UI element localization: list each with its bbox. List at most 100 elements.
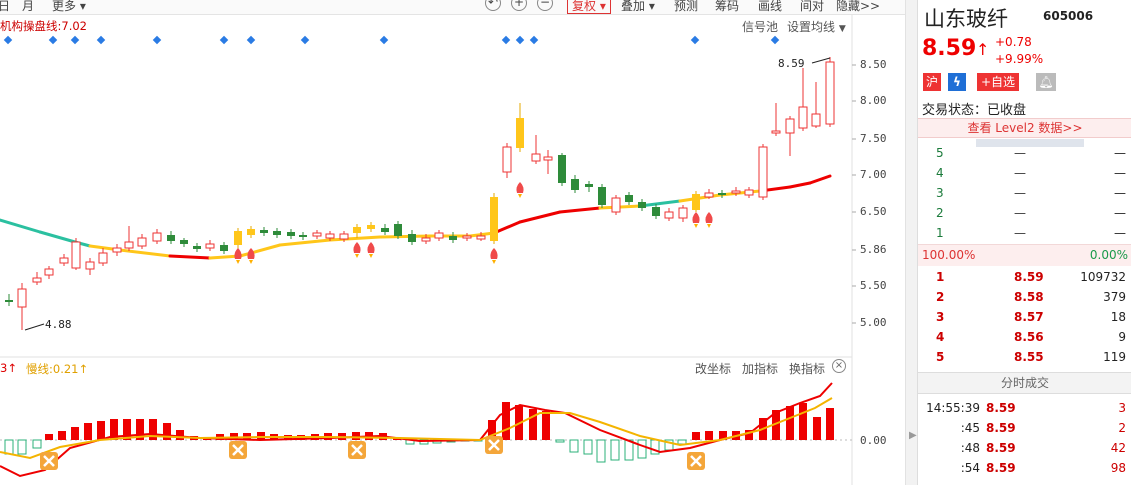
candle <box>798 106 808 129</box>
tick-volume: 3 <box>1118 401 1126 415</box>
level-volume: — <box>1114 186 1126 200</box>
candle <box>260 230 268 233</box>
tick-row: :48 8.59 42 <box>918 438 1131 458</box>
tick-time: 14:55:39 <box>926 401 980 415</box>
macd-bar <box>176 430 184 440</box>
candle <box>234 231 242 245</box>
candle <box>704 192 714 198</box>
candle <box>71 241 81 269</box>
candle <box>137 237 147 247</box>
change-axis-button[interactable]: 改坐标 <box>695 360 731 377</box>
buy-level-row: 2 8.58 379 <box>918 287 1131 307</box>
y-tick: 5.86 <box>860 243 887 256</box>
macd-bar <box>569 439 579 453</box>
macd-bar <box>542 411 550 440</box>
candle <box>112 247 122 253</box>
level2-link[interactable]: 查看 Level2 数据>> <box>918 118 1131 138</box>
macd-bar <box>32 439 42 449</box>
candle <box>678 207 688 219</box>
sell-level-row: 1 — — <box>918 223 1131 243</box>
level-price: — <box>1014 186 1026 200</box>
tick-volume: 42 <box>1110 441 1126 455</box>
ma-settings-button[interactable]: 设置均线 ▼ <box>787 18 846 35</box>
rocket-icon <box>692 212 700 228</box>
candle <box>5 300 13 302</box>
macd-bar <box>583 439 593 455</box>
macd-bar <box>826 408 834 440</box>
candle <box>571 179 579 190</box>
candle <box>718 193 726 195</box>
tick-volume: 2 <box>1118 421 1126 435</box>
bell-icon[interactable]: 🔔︎ <box>1036 73 1056 91</box>
candle <box>543 156 553 161</box>
level-index: 2 <box>936 206 944 220</box>
macd-bar <box>71 427 79 440</box>
kline-chart[interactable] <box>0 0 905 485</box>
candle <box>434 232 444 239</box>
lightning-icon[interactable]: ϟ <box>948 73 966 91</box>
macd-bar <box>4 439 14 455</box>
candle <box>167 235 175 241</box>
y-tick: 5.50 <box>860 279 887 292</box>
candle <box>193 246 201 249</box>
level-volume: 109732 <box>1080 270 1126 284</box>
tick-time: :54 <box>960 461 980 475</box>
level-price: 8.55 <box>1014 350 1044 364</box>
ratio-buy: 100.00% <box>922 248 976 262</box>
tick-price: 8.59 <box>986 401 1016 415</box>
tick-price: 8.59 <box>986 461 1016 475</box>
trade-status-label: 交易状态： <box>922 103 988 118</box>
candle <box>312 232 322 237</box>
candle <box>381 228 389 232</box>
candle <box>152 232 162 242</box>
candle <box>516 118 524 148</box>
rocket-icon <box>353 242 361 258</box>
candle <box>502 146 512 173</box>
level-volume: — <box>1114 166 1126 180</box>
y-tick: 5.00 <box>860 316 887 329</box>
add-watchlist-button[interactable]: +自选 <box>977 73 1020 91</box>
rocket-icon <box>516 182 524 198</box>
level-index: 4 <box>936 166 944 180</box>
ratio-row: 100.00% 0.00% <box>918 244 1131 266</box>
tick-row: :54 8.59 98 <box>918 458 1131 478</box>
candle <box>771 130 781 134</box>
swap-indicator-button[interactable]: 换指标 <box>789 360 825 377</box>
cross-signal-icon <box>485 436 503 454</box>
level-index: 5 <box>936 146 944 160</box>
candle <box>692 194 700 210</box>
level-index: 2 <box>936 290 945 304</box>
panel-splitter[interactable]: ▶ <box>905 0 917 485</box>
buy-level-row: 4 8.56 9 <box>918 327 1131 347</box>
y-tick: 7.00 <box>860 168 887 181</box>
signal-pool-button[interactable]: 信号池 <box>742 18 778 35</box>
tick-price: 8.59 <box>986 441 1016 455</box>
tick-price: 8.59 <box>986 421 1016 435</box>
close-icon[interactable]: × <box>832 359 846 373</box>
candle <box>59 257 69 264</box>
macd-bar <box>692 432 700 440</box>
add-indicator-button[interactable]: 加指标 <box>742 360 778 377</box>
stock-name: 山东玻纤 <box>924 7 1008 31</box>
candle <box>98 252 108 264</box>
candle <box>490 197 498 241</box>
candle <box>32 277 42 283</box>
candle <box>205 243 215 249</box>
candle <box>476 235 486 240</box>
signal-diamond <box>515 35 525 45</box>
low-annotation: 4.88 <box>45 318 72 331</box>
level-price: 8.58 <box>1014 290 1044 304</box>
macd-bar <box>610 439 620 461</box>
sell-level-row: 5 — — <box>918 143 1131 163</box>
signal-diamond <box>300 35 310 45</box>
macd-bar <box>84 423 92 440</box>
level-index: 3 <box>936 186 944 200</box>
signal-diamond <box>3 35 13 45</box>
macd-bar <box>58 431 66 440</box>
level-price: 8.56 <box>1014 330 1044 344</box>
y-tick: 8.00 <box>860 94 887 107</box>
candle <box>408 234 416 242</box>
signal-diamond <box>48 35 58 45</box>
stock-change: +0.78 <box>995 35 1032 49</box>
cross-signal-icon <box>40 452 58 470</box>
